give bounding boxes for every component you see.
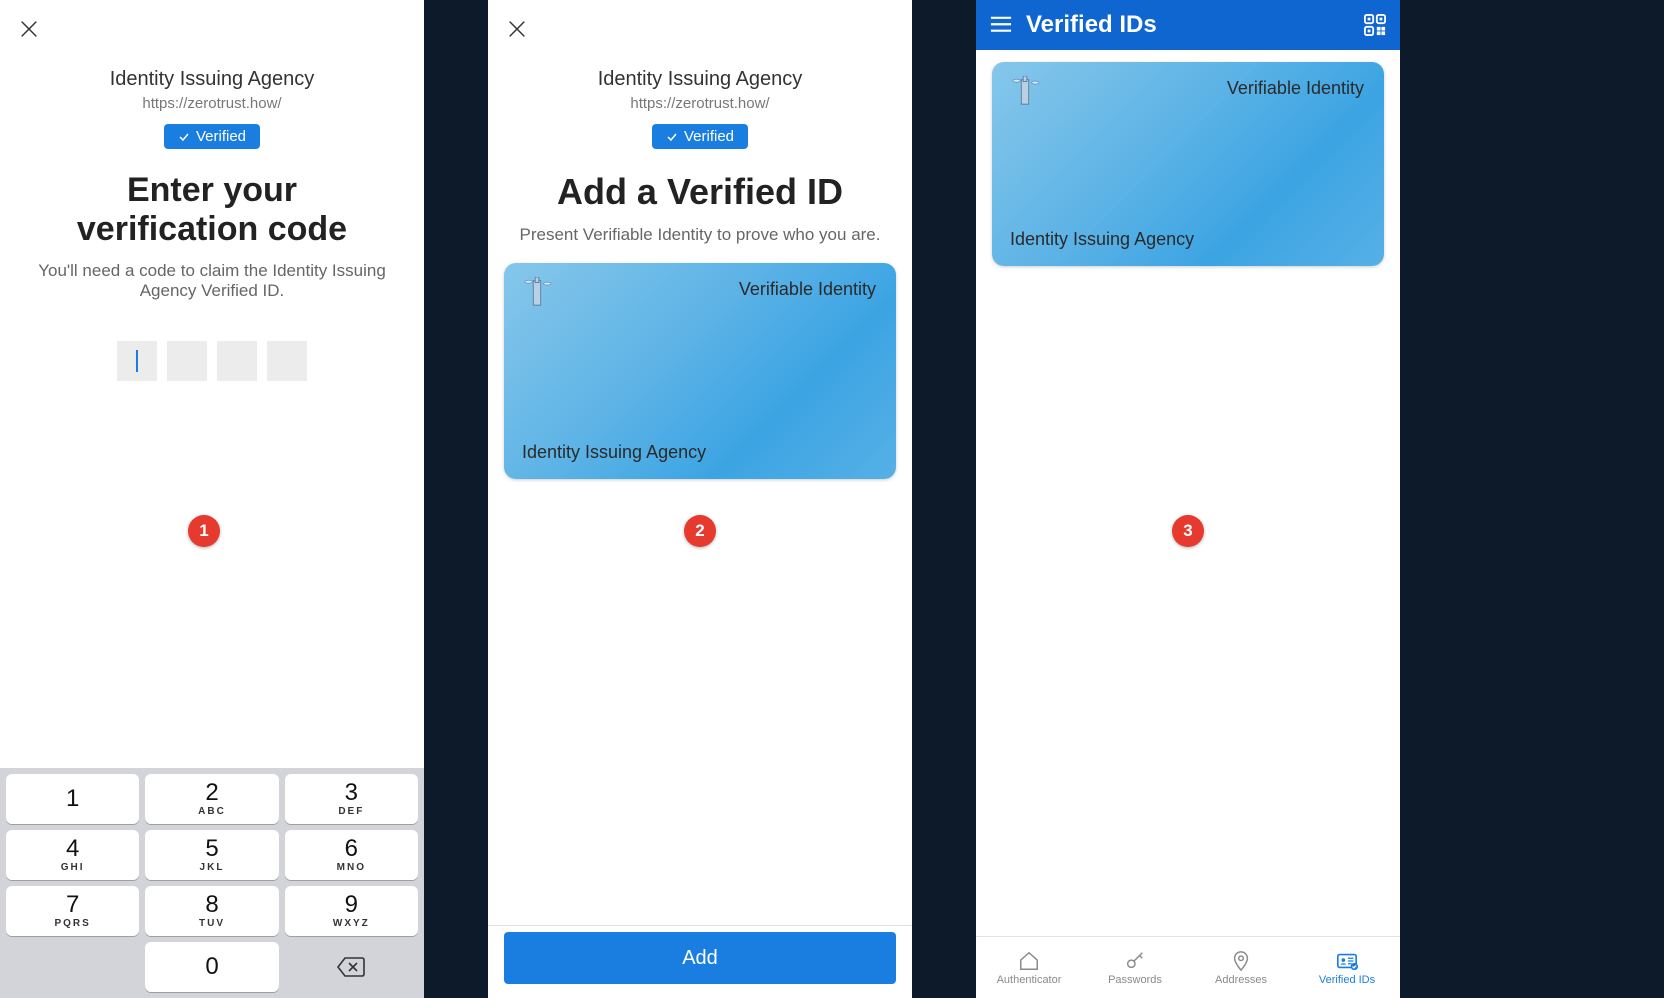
tab-verified-ids[interactable]: Verified IDs (1294, 937, 1400, 998)
verified-badge: Verified (164, 124, 260, 149)
key-backspace[interactable] (285, 942, 418, 992)
card-kind: Verifiable Identity (739, 279, 876, 300)
tab-passwords[interactable]: Passwords (1082, 937, 1188, 998)
screen-enter-code: Identity Issuing Agency https://zerotrus… (0, 0, 424, 998)
key-4[interactable]: 4GHI (6, 830, 139, 880)
key-icon (1123, 950, 1147, 972)
issuer-block: Identity Issuing Agency https://zerotrus… (488, 68, 912, 149)
code-digit-2[interactable] (167, 341, 207, 381)
issuer-url: https://zerotrust.how/ (488, 95, 912, 112)
issuer-url: https://zerotrust.how/ (0, 95, 424, 112)
key-8[interactable]: 8TUV (145, 886, 278, 936)
step-badge-1: 1 (188, 515, 220, 547)
step-badge-3: 3 (1172, 515, 1204, 547)
verified-label: Verified (196, 128, 246, 145)
numeric-keypad: 1 2ABC 3DEF 4GHI 5JKL 6MNO 7PQRS 8TUV 9W… (0, 768, 424, 998)
topbar-title: Verified IDs (1026, 11, 1364, 39)
page-subhead: Present Verifiable Identity to prove who… (488, 225, 912, 245)
code-digit-3[interactable] (217, 341, 257, 381)
code-digit-1[interactable] (117, 341, 157, 381)
key-9[interactable]: 9WXYZ (285, 886, 418, 936)
close-icon[interactable] (18, 18, 40, 40)
verified-badge: Verified (652, 124, 748, 149)
screen-add-verified-id: Identity Issuing Agency https://zerotrus… (488, 0, 912, 998)
tab-label: Addresses (1215, 974, 1267, 986)
card-issuer: Identity Issuing Agency (522, 442, 878, 463)
step-badge-2: 2 (684, 515, 716, 547)
key-3[interactable]: 3DEF (285, 774, 418, 824)
close-icon[interactable] (506, 18, 528, 40)
topbar: Verified IDs (976, 0, 1400, 50)
key-1[interactable]: 1 (6, 774, 139, 824)
key-0[interactable]: 0 (145, 942, 278, 992)
key-6[interactable]: 6MNO (285, 830, 418, 880)
verified-label: Verified (684, 128, 734, 145)
key-7[interactable]: 7PQRS (6, 886, 139, 936)
tab-authenticator[interactable]: Authenticator (976, 937, 1082, 998)
card-logo-icon (1010, 76, 1040, 106)
qr-scan-icon[interactable] (1364, 14, 1386, 36)
issuer-name: Identity Issuing Agency (0, 68, 424, 91)
issuer-name: Identity Issuing Agency (488, 68, 912, 91)
add-button[interactable]: Add (504, 932, 896, 984)
key-5[interactable]: 5JKL (145, 830, 278, 880)
tab-label: Passwords (1108, 974, 1162, 986)
code-digit-4[interactable] (267, 341, 307, 381)
card-issuer: Identity Issuing Agency (1010, 229, 1366, 250)
home-icon (1017, 950, 1041, 972)
key-2[interactable]: 2ABC (145, 774, 278, 824)
page-subhead: You'll need a code to claim the Identity… (0, 261, 424, 301)
page-title: Enter your verification code (0, 171, 424, 249)
tab-label: Verified IDs (1319, 974, 1375, 986)
code-input-group (0, 341, 424, 381)
page-title: Add a Verified ID (488, 171, 912, 213)
tabbar: Authenticator Passwords Addresses Verifi… (976, 936, 1400, 998)
pin-icon (1229, 950, 1253, 972)
tab-addresses[interactable]: Addresses (1188, 937, 1294, 998)
card-kind: Verifiable Identity (1227, 78, 1364, 99)
verified-id-card[interactable]: Verifiable Identity Identity Issuing Age… (992, 62, 1384, 266)
screen-verified-ids-list: Verified IDs Verifiable Identity Identit… (976, 0, 1400, 998)
tab-label: Authenticator (997, 974, 1062, 986)
issuer-block: Identity Issuing Agency https://zerotrus… (0, 68, 424, 149)
id-card-icon (1335, 950, 1359, 972)
card-logo-icon (522, 277, 552, 307)
verified-id-card[interactable]: Verifiable Identity Identity Issuing Age… (504, 263, 896, 479)
backspace-icon (336, 956, 366, 978)
divider (488, 925, 912, 926)
keypad-spacer (6, 942, 139, 992)
menu-icon[interactable] (990, 16, 1012, 34)
